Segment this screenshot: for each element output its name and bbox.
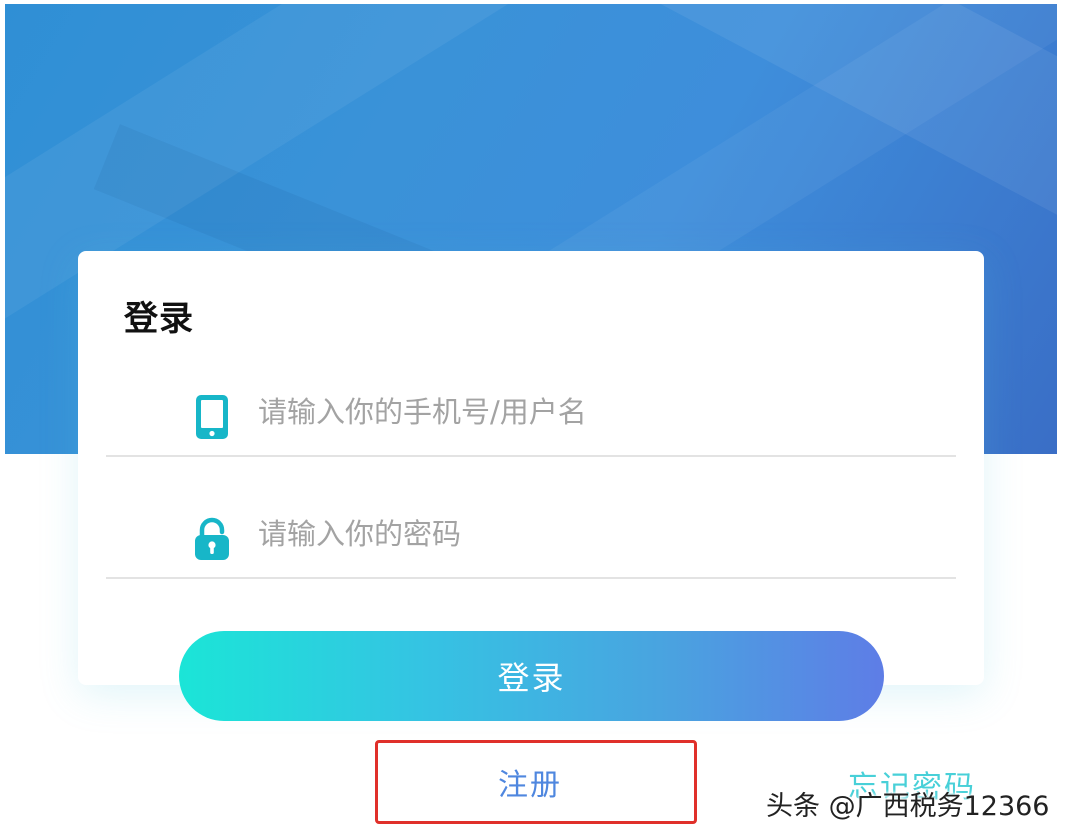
password-field bbox=[106, 479, 956, 579]
username-field bbox=[106, 357, 956, 457]
username-input[interactable] bbox=[256, 385, 900, 439]
register-link[interactable]: 注册 bbox=[470, 760, 590, 804]
phone-icon bbox=[196, 395, 228, 439]
lock-icon bbox=[195, 517, 229, 560]
watermark: 头条 @广西税务12366 bbox=[766, 791, 1050, 822]
password-input[interactable] bbox=[256, 507, 900, 561]
divider bbox=[106, 455, 956, 457]
divider bbox=[106, 577, 956, 579]
login-title: 登录 bbox=[124, 299, 194, 339]
login-card: 登录 bbox=[78, 251, 984, 685]
login-button[interactable]: 登录 bbox=[179, 631, 884, 721]
